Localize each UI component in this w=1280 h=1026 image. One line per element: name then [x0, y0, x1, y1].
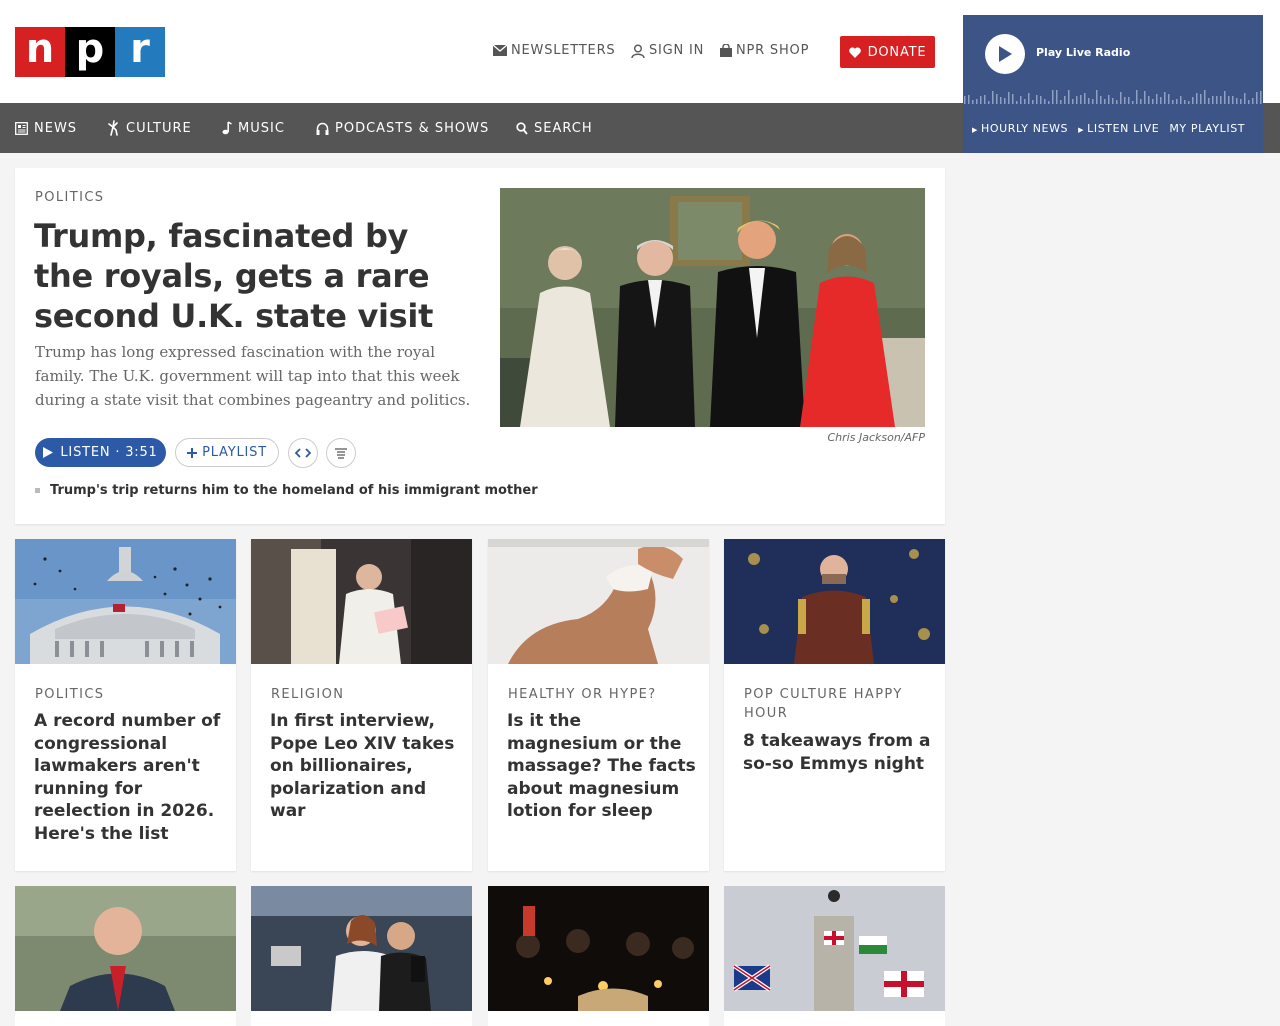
story-card-image[interactable]	[251, 886, 472, 1011]
heart-icon	[848, 46, 861, 58]
hourly-news-link[interactable]: ▶ HOURLY NEWS	[972, 122, 1068, 135]
playlist-label: PLAYLIST	[202, 445, 267, 460]
story-card-title[interactable]: Is it the magnesium or the massage? The …	[507, 710, 697, 823]
related-story-label: Trump's trip returns him to the homeland…	[50, 483, 538, 498]
embed-button[interactable]	[288, 438, 318, 468]
story-card[interactable]: RELIGION In first interview, Pope Leo XI…	[251, 539, 472, 871]
emmys-winner-photo	[724, 539, 945, 664]
story-card[interactable]: HEALTHY OR HYPE? Is it the magnesium or …	[488, 539, 709, 871]
story-card-image[interactable]	[488, 539, 709, 664]
add-to-playlist-button[interactable]: PLAYLIST	[175, 438, 279, 467]
nav-search-label: SEARCH	[534, 120, 593, 136]
story-card[interactable]: POLITICS A record number of congressiona…	[15, 539, 236, 871]
nav-item-search[interactable]: SEARCH	[516, 103, 593, 153]
newsletters-label: NEWSLETTERS	[511, 43, 616, 58]
royal-state-visit-photo	[500, 188, 925, 427]
story-teaser: Trump has long expressed fascination wit…	[35, 343, 471, 409]
image-credit: Chris Jackson/AFP	[827, 431, 926, 444]
story-slug[interactable]: POLITICS	[35, 190, 104, 205]
crowd-phones-photo	[251, 886, 472, 1011]
my-playlist-link[interactable]: MY PLAYLIST	[1169, 122, 1245, 135]
listen-live-link[interactable]: ▶ LISTEN LIVE	[1078, 122, 1159, 135]
headphones-icon	[316, 122, 329, 135]
listen-live-label: LISTEN LIVE	[1087, 121, 1160, 135]
story-card-image[interactable]	[724, 539, 945, 664]
story-card-slug[interactable]: POLITICS	[35, 685, 220, 704]
politician-portrait-photo	[15, 886, 236, 1011]
story-card-slug[interactable]: POP CULTURE HAPPY HOUR	[744, 685, 929, 723]
music-note-icon	[222, 121, 232, 135]
story-card-slug[interactable]: RELIGION	[271, 685, 456, 704]
capitol-dome-photo	[15, 539, 236, 664]
story-card[interactable]	[724, 886, 945, 1026]
story-card-slug[interactable]: HEALTHY OR HYPE?	[508, 685, 693, 704]
story-card-title[interactable]: In first interview, Pope Leo XIV takes o…	[270, 710, 460, 823]
transcript-button[interactable]	[326, 438, 356, 468]
story-headline[interactable]: Trump, fascinated by the royals, gets a …	[34, 216, 474, 336]
donate-label: DONATE	[867, 44, 927, 60]
story-card[interactable]	[488, 886, 709, 1026]
npr-shop-link[interactable]: NPR SHOP	[720, 43, 809, 58]
my-playlist-label: MY PLAYLIST	[1169, 121, 1246, 135]
newsletters-link[interactable]: NEWSLETTERS	[493, 43, 615, 58]
search-icon	[516, 121, 528, 135]
live-radio-player: Play Live Radio ▶ HOURLY NEWS ▶ LISTEN LIV…	[963, 15, 1263, 153]
related-story-link[interactable]: Trump's trip returns him to the homeland…	[35, 483, 538, 498]
nav-news-label: NEWS	[34, 120, 78, 136]
npr-shop-label: NPR SHOP	[736, 43, 810, 58]
story-card[interactable]	[15, 886, 236, 1026]
nav-item-music[interactable]: MUSIC	[222, 103, 285, 153]
play-icon	[999, 46, 1012, 62]
story-card-image[interactable]	[724, 886, 945, 1011]
plus-icon	[187, 447, 198, 458]
flag-rally-photo	[724, 886, 945, 1011]
logo-letter-r: r	[115, 27, 165, 77]
bullet-square-icon	[35, 488, 40, 493]
nav-music-label: MUSIC	[238, 120, 285, 136]
culture-icon	[108, 120, 118, 136]
npr-logo[interactable]: n p r	[15, 27, 165, 77]
pope-leo-photo	[251, 539, 472, 664]
logo-letter-p: p	[65, 27, 115, 77]
sign-in-link[interactable]: SIGN IN	[631, 43, 704, 58]
player-links: ▶ HOURLY NEWS ▶ LISTEN LIVE MY PLAYLIST	[963, 118, 1263, 138]
story-card-title[interactable]: A record number of congressional lawmake…	[34, 710, 224, 845]
embed-code-icon	[295, 448, 311, 458]
featured-story: POLITICS Trump, fascinated by the royals…	[15, 168, 945, 524]
play-icon	[43, 447, 54, 458]
hourly-news-label: HOURLY NEWS	[980, 121, 1069, 135]
audio-waveform-decoration	[964, 90, 1262, 104]
foot-lotion-photo	[488, 539, 709, 664]
user-icon	[631, 44, 645, 58]
story-card[interactable]: POP CULTURE HAPPY HOUR 8 takeaways from …	[724, 539, 945, 871]
nav-item-news[interactable]: NEWS	[15, 103, 77, 153]
story-card-image[interactable]	[251, 539, 472, 664]
candlelight-vigil-photo	[488, 886, 709, 1011]
donate-button[interactable]: DONATE	[840, 36, 935, 68]
transcript-icon	[335, 447, 347, 459]
play-live-radio-button[interactable]	[985, 34, 1025, 74]
listen-button[interactable]: LISTEN · 3:51	[35, 438, 166, 467]
shopping-bag-icon	[720, 44, 732, 57]
story-image[interactable]	[500, 188, 925, 427]
play-live-radio-label[interactable]: Play Live Radio	[1036, 46, 1130, 59]
envelope-icon	[493, 45, 507, 56]
triangle-right-icon: ▶	[972, 125, 978, 134]
logo-letter-n: n	[15, 27, 65, 77]
nav-item-podcasts[interactable]: PODCASTS & SHOWS	[316, 103, 489, 153]
story-card-image[interactable]	[488, 886, 709, 1011]
nav-item-culture[interactable]: CULTURE	[108, 103, 192, 153]
triangle-right-icon: ▶	[1078, 125, 1085, 134]
story-card-image[interactable]	[15, 886, 236, 1011]
listen-label: LISTEN · 3:51	[60, 445, 158, 460]
sign-in-label: SIGN IN	[649, 43, 705, 58]
nav-podcasts-label: PODCASTS & SHOWS	[335, 120, 490, 136]
story-card-title[interactable]: 8 takeaways from a so-so Emmys night	[743, 730, 933, 775]
story-card[interactable]	[251, 886, 472, 1026]
nav-culture-label: CULTURE	[126, 120, 192, 136]
news-icon	[15, 121, 28, 135]
story-card-image[interactable]	[15, 539, 236, 664]
